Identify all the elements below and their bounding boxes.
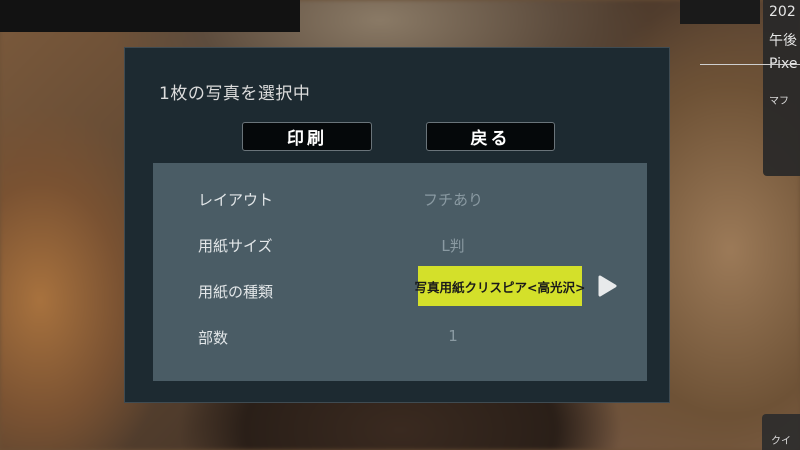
info-sub-label: マフ	[769, 96, 789, 107]
back-button[interactable]: 戻る	[426, 122, 555, 151]
setting-label: レイアウト	[198, 191, 274, 209]
settings-panel: レイアウト フチあり 用紙サイズ L判 用紙の種類 写真用紙クリスピア<高光沢>…	[153, 163, 647, 381]
setting-value: フチあり	[422, 191, 483, 209]
print-dialog: 1枚の写真を選択中 印刷 戻る レイアウト フチあり 用紙サイズ L判 用紙の種…	[124, 47, 670, 403]
setting-label: 用紙の種類	[198, 283, 274, 301]
photo-dark-strip	[0, 0, 300, 32]
info-divider	[700, 64, 800, 65]
quick-label: クイ	[771, 436, 791, 447]
info-date: 202	[769, 4, 796, 20]
setting-label: 用紙サイズ	[198, 237, 273, 255]
paper-type-selector[interactable]: 写真用紙クリスピア<高光沢>	[415, 266, 585, 306]
dialog-title: 1枚の写真を選択中	[159, 84, 311, 104]
photo-info-panel	[763, 0, 800, 176]
setting-value: L判	[441, 237, 465, 255]
setting-value: 1	[448, 327, 458, 345]
next-option-icon[interactable]	[593, 273, 619, 299]
setting-row-paper-size[interactable]: 用紙サイズ L判	[153, 221, 647, 267]
setting-row-paper-type[interactable]: 用紙の種類 写真用紙クリスピア<高光沢>	[153, 266, 647, 313]
info-time: 午後	[769, 33, 797, 49]
photo-dark-strip-right	[680, 0, 760, 24]
setting-row-copies[interactable]: 部数 1	[153, 313, 647, 359]
setting-label: 部数	[198, 329, 229, 347]
setting-row-layout[interactable]: レイアウト フチあり	[153, 175, 647, 221]
print-button[interactable]: 印刷	[242, 122, 372, 151]
